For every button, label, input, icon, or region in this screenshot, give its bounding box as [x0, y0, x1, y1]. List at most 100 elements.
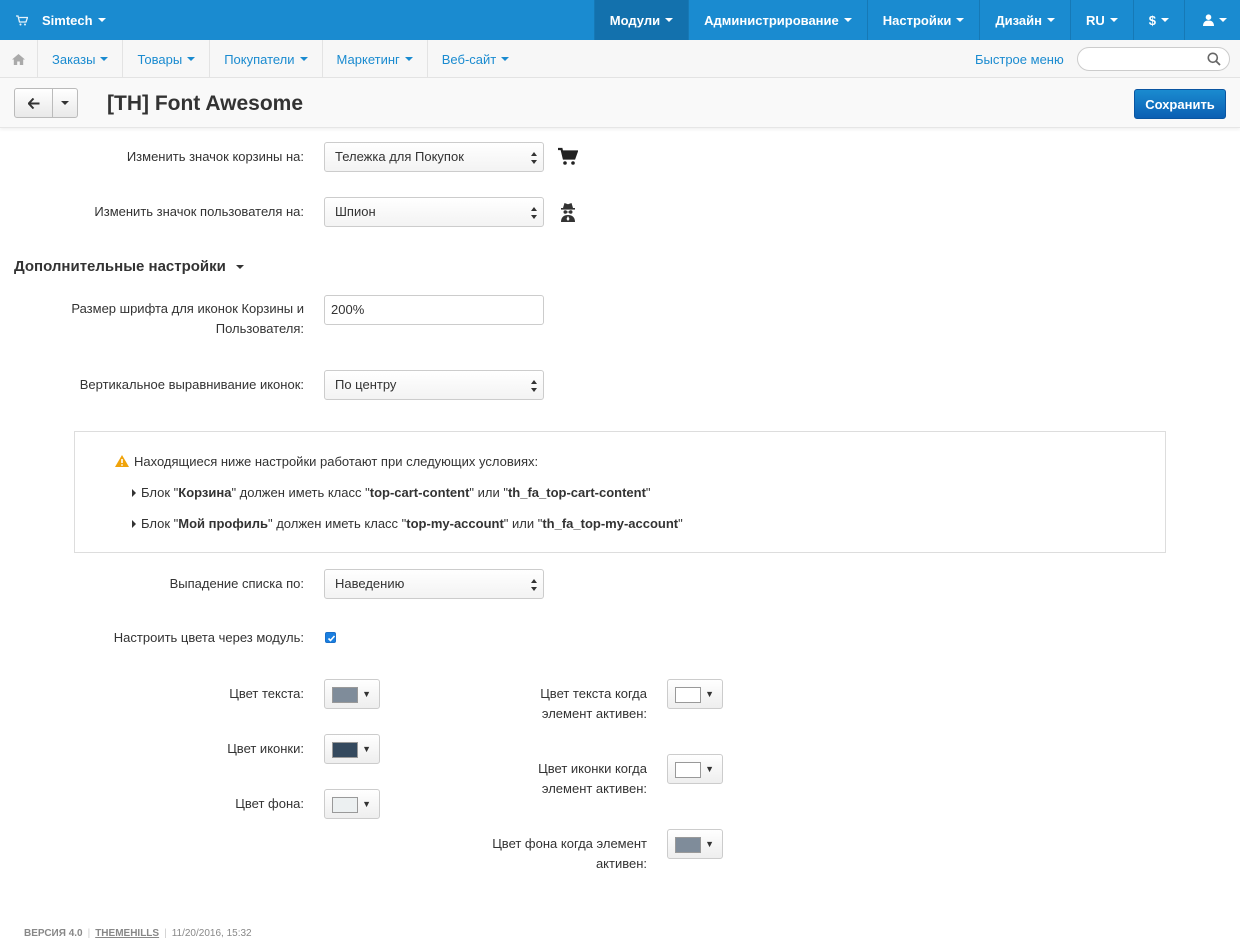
tab-customers[interactable]: Покупатели — [210, 40, 323, 78]
caret-right-icon — [132, 489, 136, 497]
text: Блок " — [141, 485, 179, 500]
save-button[interactable]: Сохранить — [1134, 89, 1226, 119]
caret-down-icon: ▼ — [362, 744, 371, 754]
class-name: th_fa_top-cart-content — [507, 485, 646, 500]
search-icon[interactable] — [1207, 52, 1221, 66]
vendor-link[interactable]: THEMEHILLS — [95, 928, 159, 939]
text: " или " — [469, 485, 508, 500]
section-title-advanced[interactable]: Дополнительные настройки — [14, 258, 244, 275]
user-secret-icon — [561, 203, 575, 222]
vertical-align-select[interactable]: По центру — [324, 370, 544, 400]
tab-orders[interactable]: Заказы — [38, 40, 124, 78]
icon-color-picker[interactable]: ▼ — [324, 734, 380, 764]
chevron-down-icon — [404, 57, 413, 61]
color-swatch — [332, 742, 358, 758]
text: " — [678, 516, 683, 531]
chevron-down-icon — [501, 57, 510, 61]
menu-label: Администрирование — [704, 12, 839, 28]
label-line: Пользователя: — [215, 321, 304, 336]
text-color-picker[interactable]: ▼ — [324, 679, 380, 709]
home-icon — [12, 53, 25, 65]
chevron-down-icon — [299, 57, 308, 61]
font-size-label: Размер шрифта для иконок Корзины и Польз… — [71, 299, 304, 339]
notice-intro: Находящиеся ниже настройки работают при … — [115, 454, 538, 469]
cart-icon-label: Изменить значок корзины на: — [126, 149, 304, 164]
block-name: Мой профиль — [178, 516, 268, 531]
menu-addons[interactable]: Модули — [593, 0, 689, 40]
bg-color-picker[interactable]: ▼ — [324, 789, 380, 819]
menu-label: Дизайн — [995, 12, 1042, 28]
select-value: Наведению — [335, 576, 405, 591]
chevron-down-icon — [235, 265, 244, 270]
dropdown-trigger-select[interactable]: Наведению — [324, 569, 544, 599]
select-value: Шпион — [335, 204, 376, 219]
select-value: По центру — [335, 377, 397, 392]
bg-active-color-picker[interactable]: ▼ — [667, 829, 723, 859]
label-line: Цвет текста когда — [540, 686, 647, 701]
tab-label: Маркетинг — [336, 51, 400, 67]
icon-active-color-label: Цвет иконки когда элемент активен: — [538, 759, 647, 799]
caret-right-icon — [132, 520, 136, 528]
text: " должен иметь класс " — [231, 485, 370, 500]
back-button[interactable] — [15, 89, 53, 117]
label-line: Цвет иконки когда — [538, 761, 647, 776]
caret-down-icon: ▼ — [362, 689, 371, 699]
store-switcher[interactable]: Simtech — [0, 0, 106, 40]
select-arrows-icon — [531, 152, 537, 164]
color-swatch — [332, 687, 358, 703]
home-button[interactable] — [0, 40, 38, 78]
notice-intro-text: Находящиеся ниже настройки работают при … — [134, 454, 539, 469]
select-arrows-icon — [531, 380, 537, 392]
select-arrows-icon — [531, 207, 537, 219]
quick-menu-link[interactable]: Быстрое меню — [975, 40, 1064, 78]
menu-settings[interactable]: Настройки — [866, 0, 980, 40]
tab-label: Заказы — [52, 51, 96, 67]
notice-condition-account: Блок "Мой профиль" должен иметь класс "t… — [132, 516, 683, 531]
history-dropdown-button[interactable] — [53, 89, 77, 117]
label-line: элемент активен: — [541, 706, 647, 721]
label-line: Цвет фона когда элемент — [492, 836, 647, 851]
color-swatch — [675, 837, 701, 853]
page-title: [TH] Font Awesome — [107, 92, 304, 115]
label-line: Размер шрифта для иконок Корзины и — [71, 301, 304, 316]
text-active-color-picker[interactable]: ▼ — [667, 679, 723, 709]
class-name: th_fa_top-my-account — [542, 516, 679, 531]
text: " или " — [503, 516, 543, 531]
tab-products[interactable]: Товары — [123, 40, 211, 78]
bg-active-color-label: Цвет фона когда элемент активен: — [492, 834, 647, 874]
chevron-down-icon — [97, 18, 106, 22]
search-input[interactable] — [1077, 47, 1230, 71]
tab-label: Веб-сайт — [441, 51, 497, 67]
select-value: Тележка для Покупок — [335, 149, 464, 164]
notice-condition-cart: Блок "Корзина" должен иметь класс "top-c… — [132, 485, 651, 500]
menu-design[interactable]: Дизайн — [979, 0, 1070, 40]
vertical-align-label: Вертикальное выравнивание иконок: — [79, 377, 304, 392]
color-swatch — [332, 797, 358, 813]
version-text: ВЕРСИЯ 4.0 — [24, 928, 83, 939]
menu-administration[interactable]: Администрирование — [688, 0, 867, 40]
menu-language[interactable]: RU — [1069, 0, 1133, 40]
select-arrows-icon — [531, 579, 537, 591]
icon-active-color-picker[interactable]: ▼ — [667, 754, 723, 784]
shopping-cart-icon — [558, 147, 578, 165]
text: Блок " — [141, 516, 179, 531]
back-button-group — [14, 88, 78, 118]
caret-down-icon: ▼ — [362, 799, 371, 809]
warning-icon — [115, 455, 129, 467]
user-icon-select[interactable]: Шпион — [324, 197, 544, 227]
tab-marketing[interactable]: Маркетинг — [323, 40, 428, 78]
chevron-down-icon — [100, 57, 109, 61]
separator: | — [87, 928, 91, 939]
dropdown-trigger-label: Выпадение списка по: — [169, 576, 304, 591]
tab-website[interactable]: Веб-сайт — [428, 40, 523, 78]
font-size-input[interactable]: 200% — [324, 295, 544, 325]
colors-via-module-checkbox[interactable] — [325, 632, 336, 643]
menu-label: Модули — [609, 12, 661, 28]
chevron-down-icon — [843, 18, 852, 22]
menu-currency[interactable]: $ — [1132, 0, 1184, 40]
cart-icon-select[interactable]: Тележка для Покупок — [324, 142, 544, 172]
nav-tabs: Заказы Товары Покупатели Маркетинг Веб-с… — [38, 40, 523, 78]
caret-down-icon: ▼ — [705, 839, 714, 849]
user-icon — [1203, 14, 1214, 26]
menu-user[interactable] — [1184, 0, 1240, 40]
